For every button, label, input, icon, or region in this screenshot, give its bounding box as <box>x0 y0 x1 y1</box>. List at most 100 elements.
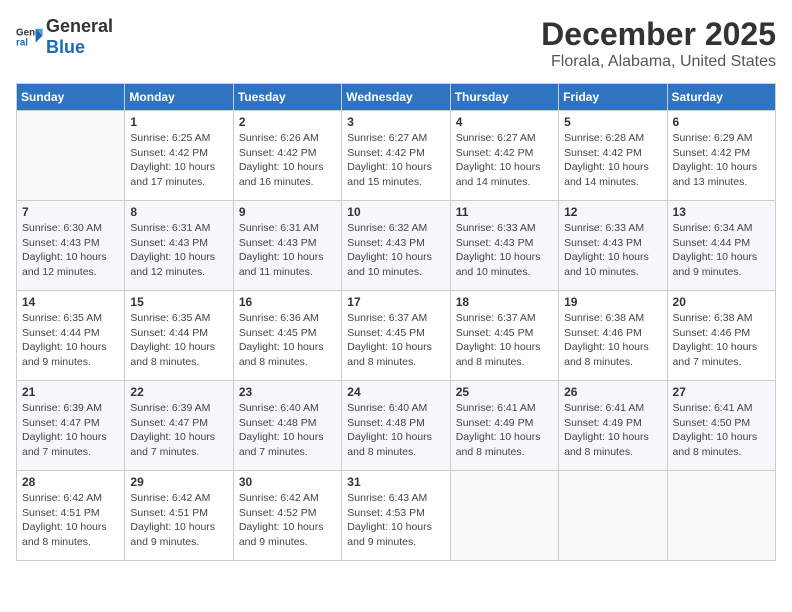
sub-title: Florala, Alabama, United States <box>541 53 776 71</box>
day-number: 15 <box>130 295 227 309</box>
day-info: Sunrise: 6:37 AM Sunset: 4:45 PM Dayligh… <box>347 311 444 370</box>
day-number: 16 <box>239 295 336 309</box>
day-info: Sunrise: 6:41 AM Sunset: 4:50 PM Dayligh… <box>673 401 770 460</box>
day-info: Sunrise: 6:42 AM Sunset: 4:52 PM Dayligh… <box>239 491 336 550</box>
day-info: Sunrise: 6:35 AM Sunset: 4:44 PM Dayligh… <box>130 311 227 370</box>
header-row: SundayMondayTuesdayWednesdayThursdayFrid… <box>17 84 776 111</box>
day-number: 14 <box>22 295 119 309</box>
day-number: 24 <box>347 385 444 399</box>
day-cell <box>559 471 667 561</box>
day-info: Sunrise: 6:27 AM Sunset: 4:42 PM Dayligh… <box>347 131 444 190</box>
day-number: 29 <box>130 475 227 489</box>
day-info: Sunrise: 6:38 AM Sunset: 4:46 PM Dayligh… <box>564 311 661 370</box>
day-cell: 16Sunrise: 6:36 AM Sunset: 4:45 PM Dayli… <box>233 291 341 381</box>
header-cell-thursday: Thursday <box>450 84 558 111</box>
day-info: Sunrise: 6:41 AM Sunset: 4:49 PM Dayligh… <box>564 401 661 460</box>
day-number: 9 <box>239 205 336 219</box>
day-info: Sunrise: 6:38 AM Sunset: 4:46 PM Dayligh… <box>673 311 770 370</box>
day-info: Sunrise: 6:40 AM Sunset: 4:48 PM Dayligh… <box>239 401 336 460</box>
day-cell: 31 Sunrise: 6:43 AM Sunset: 4:53 PM Dayli… <box>342 471 450 561</box>
day-cell: 3 Sunrise: 6:27 AM Sunset: 4:42 PM Daylig… <box>342 111 450 201</box>
day-number: 3 <box>347 115 444 129</box>
day-info: Sunrise: 6:28 AM Sunset: 4:42 PM Dayligh… <box>564 131 661 190</box>
logo-blue: Blue <box>46 37 85 57</box>
day-cell: 23 Sunrise: 6:40 AM Sunset: 4:48 PM Dayli… <box>233 381 341 471</box>
day-number: 8 <box>130 205 227 219</box>
day-cell: 30 Sunrise: 6:42 AM Sunset: 4:52 PM Dayli… <box>233 471 341 561</box>
svg-text:ral: ral <box>16 37 28 48</box>
day-number: 13 <box>673 205 770 219</box>
calendar-table: SundayMondayTuesdayWednesdayThursdayFrid… <box>16 83 776 561</box>
week-row-1: 7 Sunrise: 6:30 AM Sunset: 4:43 PM Daylig… <box>17 201 776 291</box>
day-info: Sunrise: 6:39 AM Sunset: 4:47 PM Dayligh… <box>130 401 227 460</box>
day-cell: 27 Sunrise: 6:41 AM Sunset: 4:50 PM Dayli… <box>667 381 775 471</box>
day-info: Sunrise: 6:30 AM Sunset: 4:43 PM Dayligh… <box>22 221 119 280</box>
day-info: Sunrise: 6:29 AM Sunset: 4:42 PM Dayligh… <box>673 131 770 190</box>
day-cell: 26Sunrise: 6:41 AM Sunset: 4:49 PM Dayli… <box>559 381 667 471</box>
day-number: 18 <box>456 295 553 309</box>
day-number: 27 <box>673 385 770 399</box>
header-cell-saturday: Saturday <box>667 84 775 111</box>
header-cell-wednesday: Wednesday <box>342 84 450 111</box>
day-cell: 29Sunrise: 6:42 AM Sunset: 4:51 PM Dayli… <box>125 471 233 561</box>
day-cell: 5Sunrise: 6:28 AM Sunset: 4:42 PM Daylig… <box>559 111 667 201</box>
day-cell: 11Sunrise: 6:33 AM Sunset: 4:43 PM Dayli… <box>450 201 558 291</box>
day-cell: 6 Sunrise: 6:29 AM Sunset: 4:42 PM Daylig… <box>667 111 775 201</box>
logo: Gene ral General Blue <box>16 16 113 58</box>
day-cell <box>450 471 558 561</box>
day-cell <box>667 471 775 561</box>
logo-general: General <box>46 16 113 36</box>
week-row-0: 1 Sunrise: 6:25 AM Sunset: 4:42 PM Daylig… <box>17 111 776 201</box>
day-info: Sunrise: 6:43 AM Sunset: 4:53 PM Dayligh… <box>347 491 444 550</box>
day-info: Sunrise: 6:39 AM Sunset: 4:47 PM Dayligh… <box>22 401 119 460</box>
day-cell: 8 Sunrise: 6:31 AM Sunset: 4:43 PM Daylig… <box>125 201 233 291</box>
header-cell-friday: Friday <box>559 84 667 111</box>
day-number: 28 <box>22 475 119 489</box>
day-cell: 18 Sunrise: 6:37 AM Sunset: 4:45 PM Dayli… <box>450 291 558 381</box>
day-cell: 28 Sunrise: 6:42 AM Sunset: 4:51 PM Dayli… <box>17 471 125 561</box>
day-number: 20 <box>673 295 770 309</box>
day-cell: 22 Sunrise: 6:39 AM Sunset: 4:47 PM Dayli… <box>125 381 233 471</box>
day-info: Sunrise: 6:32 AM Sunset: 4:43 PM Dayligh… <box>347 221 444 280</box>
header-cell-tuesday: Tuesday <box>233 84 341 111</box>
day-number: 1 <box>130 115 227 129</box>
day-info: Sunrise: 6:34 AM Sunset: 4:44 PM Dayligh… <box>673 221 770 280</box>
day-number: 2 <box>239 115 336 129</box>
day-cell: 2Sunrise: 6:26 AM Sunset: 4:42 PM Daylig… <box>233 111 341 201</box>
day-number: 19 <box>564 295 661 309</box>
week-row-3: 21Sunrise: 6:39 AM Sunset: 4:47 PM Dayli… <box>17 381 776 471</box>
day-number: 7 <box>22 205 119 219</box>
day-cell: 25Sunrise: 6:41 AM Sunset: 4:49 PM Dayli… <box>450 381 558 471</box>
week-row-2: 14 Sunrise: 6:35 AM Sunset: 4:44 PM Dayli… <box>17 291 776 381</box>
day-number: 30 <box>239 475 336 489</box>
day-cell: 14 Sunrise: 6:35 AM Sunset: 4:44 PM Dayli… <box>17 291 125 381</box>
day-number: 4 <box>456 115 553 129</box>
day-info: Sunrise: 6:41 AM Sunset: 4:49 PM Dayligh… <box>456 401 553 460</box>
day-info: Sunrise: 6:31 AM Sunset: 4:43 PM Dayligh… <box>239 221 336 280</box>
day-cell: 10 Sunrise: 6:32 AM Sunset: 4:43 PM Dayli… <box>342 201 450 291</box>
day-info: Sunrise: 6:25 AM Sunset: 4:42 PM Dayligh… <box>130 131 227 190</box>
day-cell: 20 Sunrise: 6:38 AM Sunset: 4:46 PM Dayli… <box>667 291 775 381</box>
day-cell: 9 Sunrise: 6:31 AM Sunset: 4:43 PM Daylig… <box>233 201 341 291</box>
day-cell <box>17 111 125 201</box>
day-info: Sunrise: 6:42 AM Sunset: 4:51 PM Dayligh… <box>22 491 119 550</box>
day-info: Sunrise: 6:33 AM Sunset: 4:43 PM Dayligh… <box>456 221 553 280</box>
day-info: Sunrise: 6:35 AM Sunset: 4:44 PM Dayligh… <box>22 311 119 370</box>
day-cell: 13 Sunrise: 6:34 AM Sunset: 4:44 PM Dayli… <box>667 201 775 291</box>
day-number: 23 <box>239 385 336 399</box>
day-info: Sunrise: 6:37 AM Sunset: 4:45 PM Dayligh… <box>456 311 553 370</box>
main-title: December 2025 <box>541 16 776 53</box>
day-info: Sunrise: 6:31 AM Sunset: 4:43 PM Dayligh… <box>130 221 227 280</box>
calendar-body: 1 Sunrise: 6:25 AM Sunset: 4:42 PM Daylig… <box>17 111 776 561</box>
day-cell: 21Sunrise: 6:39 AM Sunset: 4:47 PM Dayli… <box>17 381 125 471</box>
day-number: 6 <box>673 115 770 129</box>
day-info: Sunrise: 6:40 AM Sunset: 4:48 PM Dayligh… <box>347 401 444 460</box>
header-cell-monday: Monday <box>125 84 233 111</box>
header-cell-sunday: Sunday <box>17 84 125 111</box>
day-number: 22 <box>130 385 227 399</box>
week-row-4: 28 Sunrise: 6:42 AM Sunset: 4:51 PM Dayli… <box>17 471 776 561</box>
day-number: 10 <box>347 205 444 219</box>
day-cell: 12Sunrise: 6:33 AM Sunset: 4:43 PM Dayli… <box>559 201 667 291</box>
day-number: 17 <box>347 295 444 309</box>
day-number: 31 <box>347 475 444 489</box>
